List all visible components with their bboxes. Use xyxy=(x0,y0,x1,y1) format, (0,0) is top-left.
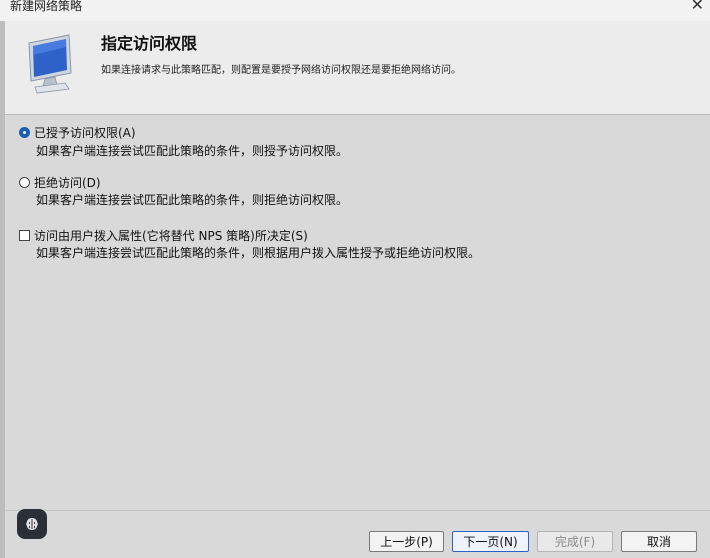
page-title: 指定访问权限 xyxy=(101,34,198,53)
deny-access-radio[interactable] xyxy=(19,177,30,188)
dialin-properties-label[interactable]: 访问由用户拨入属性(它将替代 NPS 策略)所决定(S) xyxy=(34,227,308,244)
grant-access-label[interactable]: 已授予访问权限(A) xyxy=(34,124,136,141)
deny-access-label[interactable]: 拒绝访问(D) xyxy=(34,174,101,191)
dialin-properties-description: 如果客户端连接尝试匹配此策略的条件，则根据用户拨入属性授予或拒绝访问权限。 xyxy=(36,246,481,260)
brain-icon xyxy=(26,518,38,530)
next-button[interactable]: 下一页(N) xyxy=(452,531,529,552)
grant-access-option[interactable]: 已授予访问权限(A) xyxy=(19,124,136,141)
window-title: 新建网络策略 xyxy=(10,0,83,13)
wizard-header: 指定访问权限 如果连接请求与此策略匹配，则配置是要授予网络访问权限还是要拒绝网络… xyxy=(5,21,710,115)
dialin-properties-option[interactable]: 访问由用户拨入属性(它将替代 NPS 策略)所决定(S) xyxy=(19,227,308,244)
cancel-button[interactable]: 取消 xyxy=(621,531,697,552)
close-icon[interactable]: ✕ xyxy=(691,0,704,14)
options-panel: 已授予访问权限(A) 如果客户端连接尝试匹配此策略的条件，则授予访问权限。 拒绝… xyxy=(5,115,710,510)
deny-access-description: 如果客户端连接尝试匹配此策略的条件，则拒绝访问权限。 xyxy=(36,193,349,207)
grant-access-radio[interactable] xyxy=(19,127,30,138)
dialin-properties-checkbox[interactable] xyxy=(19,230,30,241)
page-description: 如果连接请求与此策略匹配，则配置是要授予网络访问权限还是要拒绝网络访问。 xyxy=(101,65,461,76)
grant-access-description: 如果客户端连接尝试匹配此策略的条件，则授予访问权限。 xyxy=(36,144,349,158)
finish-button[interactable]: 完成(F) xyxy=(537,531,613,552)
title-bar: 新建网络策略 ✕ xyxy=(0,0,710,21)
assistant-button[interactable] xyxy=(17,509,47,539)
deny-access-option[interactable]: 拒绝访问(D) xyxy=(19,174,101,191)
footer-separator xyxy=(5,510,710,511)
back-button[interactable]: 上一步(P) xyxy=(369,531,444,552)
computer-monitor-icon xyxy=(28,34,72,94)
